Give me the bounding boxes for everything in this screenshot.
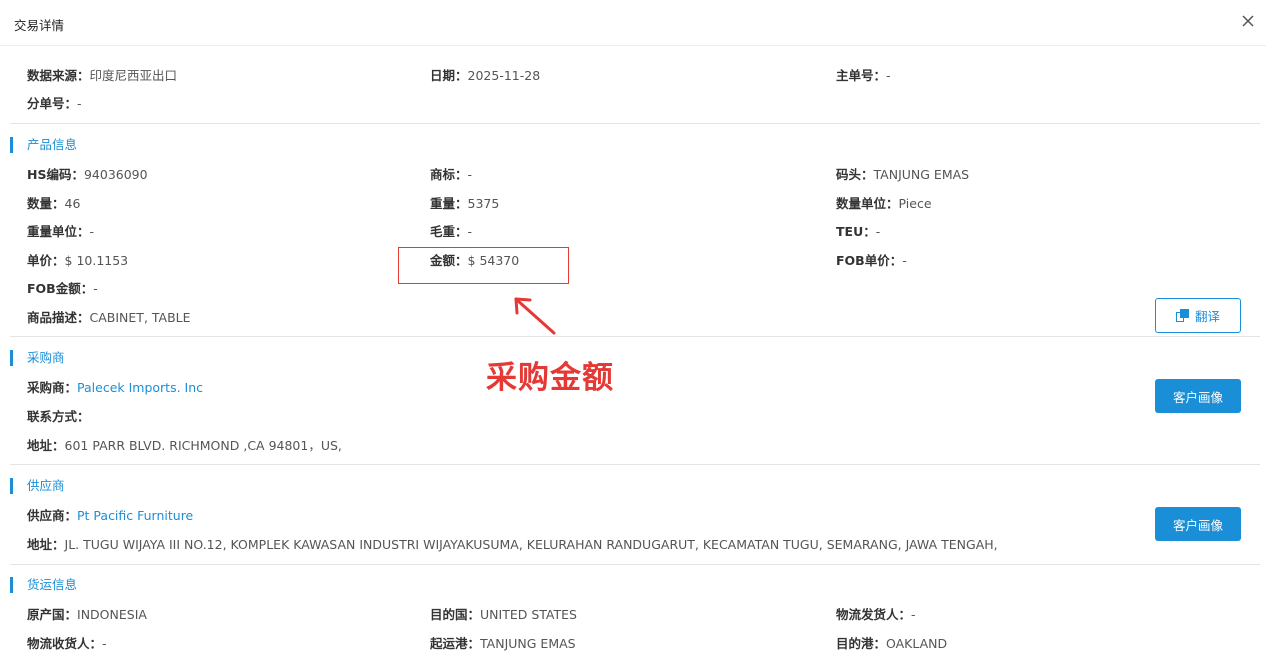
- supplier-row-1: 供应商：Pt Pacific Furniture: [0, 506, 1266, 526]
- gross-weight-field: 毛重：-: [430, 224, 473, 239]
- section-title-supplier: 供应商: [10, 478, 65, 494]
- translate-button[interactable]: 翻译: [1155, 298, 1241, 333]
- amount-highlight-box: [398, 247, 569, 284]
- dialog-header: 交易详情: [0, 0, 1266, 46]
- terminal-field: 码头：TANJUNG EMAS: [836, 167, 970, 182]
- product-row-2: 数量：46 重量：5375 数量单位：Piece: [0, 194, 1266, 214]
- supplier-address-field: 地址：JL. TUGU WIJAYA III NO.12, KOMPLEK KA…: [27, 537, 998, 552]
- product-row-3: 重量单位：- 毛重：- TEU：-: [0, 222, 1266, 242]
- destination-port-field: 目的港：OAKLAND: [836, 636, 948, 651]
- teu-field: TEU：-: [836, 224, 881, 239]
- divider: [10, 464, 1260, 465]
- supplier-link[interactable]: Pt Pacific Furniture: [77, 508, 193, 523]
- quantity-field: 数量：46: [27, 196, 81, 211]
- basic-row-2: 分单号：-: [0, 94, 1266, 114]
- buyer-row-3: 地址：601 PARR BLVD. RICHMOND ,CA 94801，US,: [0, 436, 1266, 456]
- product-row-4: 单价：$ 10.1153 金额：$ 54370 FOB单价：-: [0, 251, 1266, 271]
- divider: [10, 564, 1260, 565]
- product-row-5: FOB金额：-: [0, 279, 1266, 299]
- quantity-unit-field: 数量单位：Piece: [836, 196, 932, 211]
- close-icon[interactable]: [1238, 11, 1258, 31]
- shipping-row-2: 物流收货人：- 起运港：TANJUNG EMAS 目的港：OAKLAND: [0, 634, 1266, 654]
- shipping-row-1: 原产国：INDONESIA 目的国：UNITED STATES 物流发货人：-: [0, 605, 1266, 625]
- fob-unit-price-field: FOB单价：-: [836, 253, 907, 268]
- product-row-1: HS编码：94036090 商标：- 码头：TANJUNG EMAS: [0, 165, 1266, 185]
- buyer-row-2: 联系方式：: [0, 407, 1266, 427]
- annotation-arrow-icon: [514, 297, 556, 335]
- product-row-6: 商品描述：CABINET, TABLE: [0, 308, 1266, 328]
- origin-country-field: 原产国：INDONESIA: [27, 607, 147, 622]
- section-title-buyer: 采购商: [10, 350, 65, 366]
- hs-code-field: HS编码：94036090: [27, 167, 148, 182]
- shipper-field: 物流发货人：-: [836, 607, 916, 622]
- buyer-address-field: 地址：601 PARR BLVD. RICHMOND ,CA 94801，US,: [27, 438, 342, 453]
- brand-field: 商标：-: [430, 167, 473, 182]
- supplier-row-2: 地址：JL. TUGU WIJAYA III NO.12, KOMPLEK KA…: [0, 535, 1266, 555]
- destination-country-field: 目的国：UNITED STATES: [430, 607, 577, 622]
- supplier-profile-button[interactable]: 客户画像: [1155, 507, 1241, 541]
- buyer-name-field: 采购商：Palecek Imports. Inc: [27, 380, 204, 395]
- supplier-name-field: 供应商：Pt Pacific Furniture: [27, 508, 194, 523]
- date-field: 日期：2025-11-28: [430, 68, 541, 83]
- translate-icon: [1175, 309, 1189, 322]
- buyer-link[interactable]: Palecek Imports. Inc: [77, 380, 203, 395]
- translate-label: 翻译: [1194, 309, 1220, 324]
- description-field: 商品描述：CABINET, TABLE: [27, 310, 191, 325]
- fob-amount-field: FOB金额：-: [27, 281, 98, 296]
- master-bill-field: 主单号：-: [836, 68, 891, 83]
- loading-port-field: 起运港：TANJUNG EMAS: [430, 636, 576, 651]
- basic-row-1: 数据来源：印度尼西亚出口 日期：2025-11-28 主单号：-: [0, 66, 1266, 86]
- annotation-text: 采购金额: [486, 360, 614, 396]
- buyer-contact-field: 联系方式：: [27, 409, 90, 424]
- divider: [10, 123, 1260, 124]
- weight-field: 重量：5375: [430, 196, 500, 211]
- section-title-shipping: 货运信息: [10, 577, 77, 593]
- section-title-product: 产品信息: [10, 137, 77, 153]
- unit-price-field: 单价：$ 10.1153: [27, 253, 129, 268]
- buyer-row-1: 采购商：Palecek Imports. Inc: [0, 378, 1266, 398]
- house-bill-field: 分单号：-: [27, 96, 82, 111]
- dialog-title: 交易详情: [14, 18, 65, 33]
- divider: [10, 336, 1260, 337]
- weight-unit-field: 重量单位：-: [27, 224, 95, 239]
- source-field: 数据来源：印度尼西亚出口: [27, 68, 178, 83]
- consignee-field: 物流收货人：-: [27, 636, 107, 651]
- buyer-profile-button[interactable]: 客户画像: [1155, 379, 1241, 413]
